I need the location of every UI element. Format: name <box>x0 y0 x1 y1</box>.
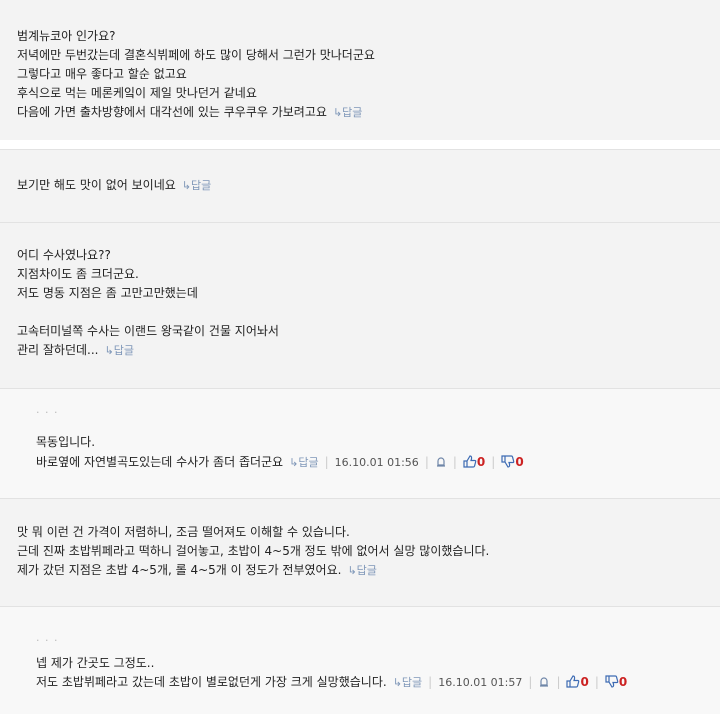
reply-link[interactable]: ↳답글 <box>289 456 318 469</box>
comment-text-line: 맛 뭐 이런 건 가격이 저렴하니, 조금 떨어져도 이해할 수 있습니다. <box>17 525 350 539</box>
comment-text: 다음에 가면 출차방향에서 대각선에 있는 쿠우쿠우 가보려고요 <box>17 105 327 119</box>
comment-text-line: 지점차이도 좀 크더군요. <box>17 267 139 281</box>
thumbs-down-icon[interactable] <box>605 675 619 693</box>
upvote-count: 0 <box>476 455 486 469</box>
comment-text: 제가 갔던 지점은 초밥 4~5개, 롤 4~5개 이 정도가 전부였어요. <box>17 563 342 577</box>
comment-text: 저도 초밥뷔페라고 갔는데 초밥이 별로없던게 가장 크게 실망했습니다. <box>36 675 387 689</box>
comment-text: 관리 잘하던데... <box>17 343 99 357</box>
reply-1 <box>0 389 720 498</box>
report-icon[interactable] <box>538 676 550 693</box>
comment-text-line: 범계뉴코아 인가요? <box>17 29 116 43</box>
reply-link[interactable]: ↳답글 <box>105 344 134 357</box>
divider: | <box>424 455 429 469</box>
thumbs-up-icon[interactable] <box>566 675 580 693</box>
comment-text-line: 바로옆에 자연별곡도있는데 수사가 좀더 좁더군요 ↳답글 | 16.10.01 01… <box>36 454 524 473</box>
downvote-count: 0 <box>618 675 628 689</box>
divider: | <box>528 675 533 689</box>
reply-link[interactable]: ↳답글 <box>393 676 422 689</box>
comment-text-line: 다음에 가면 출차방향에서 대각선에 있는 쿠우쿠우 가보려고요 ↳답글 <box>17 104 362 121</box>
divider: | <box>452 455 457 469</box>
comment-text-line: 저녁에만 두번갔는데 결혼식뷔페에 하도 많이 당해서 그런가 맛나더군요 <box>17 48 375 62</box>
comment-text-line: 저도 명동 지점은 좀 고만고만했는데 <box>17 286 198 300</box>
author-nickname[interactable]: · · · <box>36 406 58 419</box>
divider: | <box>556 675 561 689</box>
report-icon[interactable] <box>435 456 447 473</box>
downvote-count: 0 <box>515 455 524 469</box>
comment-text-line: 목동입니다. <box>36 435 96 449</box>
comment-text-line: 그렇다고 매우 좋다고 할순 없고요 <box>17 67 187 81</box>
comment-text-line: 관리 잘하던데... ↳답글 <box>17 342 134 359</box>
comment-text-line: 넵 제가 간곳도 그정도.. <box>36 656 155 670</box>
reply-link[interactable]: ↳답글 <box>182 179 211 192</box>
comment-text-line: 어디 수사였나요?? <box>17 248 111 262</box>
comment-text: 보기만 해도 맛이 없어 보이네요 <box>17 178 176 192</box>
comment-text-line: 근데 진짜 초밥뷔페라고 떡하니 걸어놓고, 초밥이 4~5개 정도 밖에 없어… <box>17 544 490 558</box>
comment-text-line: 후식으로 먹는 메론케잌이 제일 맛나던거 같네요 <box>17 86 257 100</box>
upvote-count: 0 <box>580 675 589 689</box>
comment-text-line: 저도 초밥뷔페라고 갔는데 초밥이 별로없던게 가장 크게 실망했습니다. ↳답글… <box>36 674 627 693</box>
thumbs-up-icon[interactable] <box>463 455 477 473</box>
author-nickname[interactable]: · · · <box>36 634 58 647</box>
comment-text: 바로옆에 자연별곡도있는데 수사가 좀더 좁더군요 <box>36 455 284 469</box>
comment-text-line: 보기만 해도 맛이 없어 보이네요 ↳답글 <box>17 177 211 194</box>
divider: | <box>428 675 433 689</box>
divider: | <box>491 455 496 469</box>
divider: | <box>324 455 329 469</box>
comment-text-line: 제가 갔던 지점은 초밥 4~5개, 롤 4~5개 이 정도가 전부였어요. ↳답… <box>17 562 377 579</box>
comment-date: 16.10.01 01:57 <box>438 676 523 689</box>
divider: | <box>594 675 599 689</box>
comment-text-line: 고속터미널쪽 수사는 이랜드 왕국같이 건물 지어놔서 <box>17 324 279 338</box>
reply-link[interactable]: ↳답글 <box>333 106 362 119</box>
thumbs-down-icon[interactable] <box>501 455 515 473</box>
comment-date: 16.10.01 01:56 <box>334 456 419 469</box>
reply-link[interactable]: ↳답글 <box>347 564 376 577</box>
